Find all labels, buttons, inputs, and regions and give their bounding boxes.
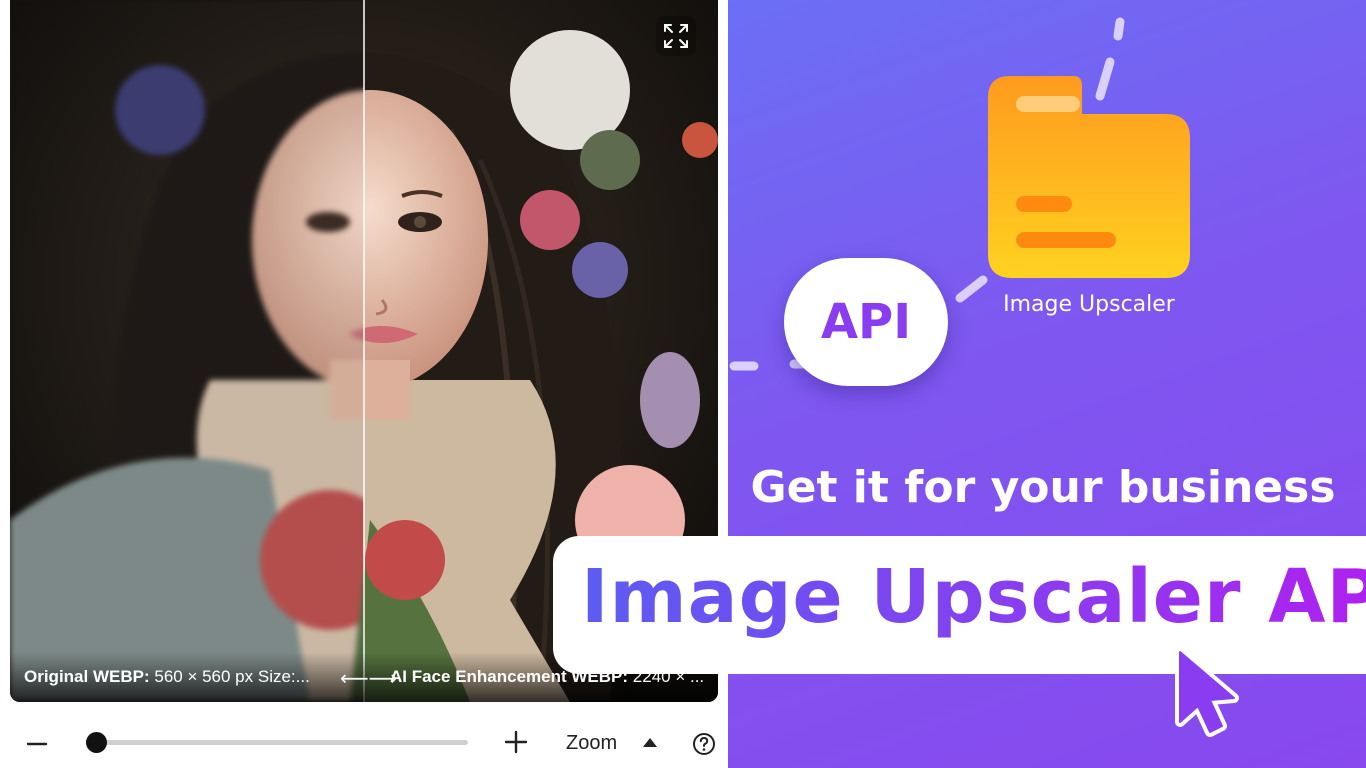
app-root: Original WEBP: 560 × 560 px Size:... ⟵⟶ …: [0, 0, 1366, 768]
original-caption: Original WEBP: 560 × 560 px Size:...: [24, 667, 342, 687]
api-pill-label: API: [820, 294, 912, 350]
drag-arrows-icon[interactable]: ⟵⟶: [340, 668, 397, 688]
zoom-toolbar: Zoom: [10, 716, 728, 768]
plus-icon[interactable]: [504, 730, 528, 754]
original-caption-value: 560 × 560 px Size:...: [154, 667, 310, 686]
comparison-divider-handle[interactable]: [363, 0, 365, 702]
folder-label: Image Upscaler: [1003, 292, 1175, 317]
help-icon[interactable]: [692, 732, 716, 756]
pointer-cursor-icon: [1175, 647, 1239, 737]
fullscreen-button[interactable]: [656, 16, 696, 56]
minus-icon[interactable]: [26, 726, 50, 750]
caret-up-icon[interactable]: [642, 736, 658, 748]
expand-icon: [664, 24, 688, 48]
zoom-menu-label[interactable]: Zoom: [566, 732, 617, 755]
promo-headline: Get it for your business: [750, 462, 1336, 513]
api-pill-button[interactable]: API: [784, 258, 948, 386]
original-caption-label: Original WEBP:: [24, 667, 150, 686]
original-portrait-image: [10, 0, 364, 702]
original-image-pane: [10, 0, 364, 702]
zoom-slider[interactable]: [85, 732, 468, 753]
folder-icon: [988, 76, 1190, 278]
zoom-slider-thumb[interactable]: [85, 732, 107, 753]
banner-title: Image Upscaler API: [581, 554, 1366, 640]
